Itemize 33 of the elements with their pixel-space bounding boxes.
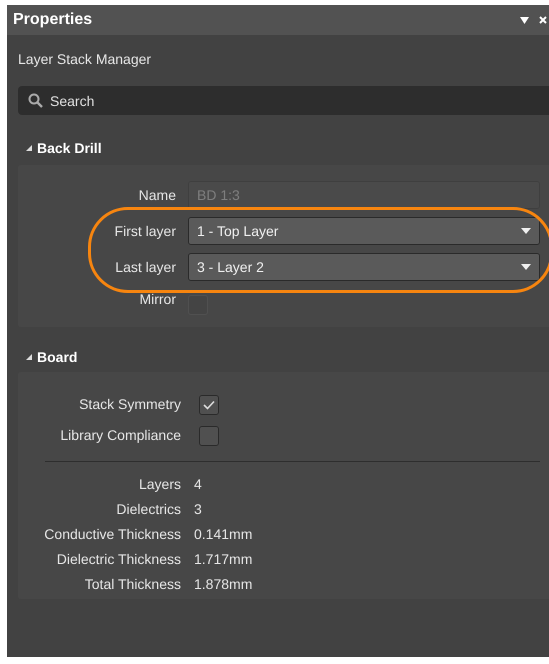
- panel-title: Properties: [13, 10, 92, 30]
- field-label: Mirror: [139, 290, 176, 309]
- collapse-triangle-icon[interactable]: [26, 145, 32, 151]
- close-icon[interactable]: [539, 16, 547, 24]
- field-label: Last layer: [115, 258, 176, 277]
- stat-value: 0.141mm: [194, 525, 252, 544]
- field-label: Total Thickness: [84, 575, 181, 594]
- checkmark-icon: [203, 400, 215, 410]
- collapse-triangle-icon[interactable]: [26, 354, 32, 360]
- stat-value: 1.717mm: [194, 550, 252, 569]
- caret-icon: [521, 228, 531, 234]
- field-label: Dielectrics: [116, 500, 181, 519]
- field-label: Layers: [138, 475, 181, 494]
- field-label: Name: [138, 186, 176, 204]
- field-label: Dielectric Thickness: [56, 550, 181, 569]
- panel-subtitle: Layer Stack Manager: [18, 50, 152, 69]
- stat-value: 3: [194, 500, 202, 519]
- caret-icon: [521, 264, 531, 270]
- section-title: Back Drill: [37, 138, 102, 158]
- field-label: First layer: [114, 222, 176, 241]
- search-icon: [28, 93, 43, 108]
- stat-value: 1.878mm: [194, 575, 252, 594]
- field-label: Library Compliance: [60, 426, 181, 445]
- field-label: Stack Symmetry: [79, 395, 181, 414]
- checkbox[interactable]: [199, 426, 219, 446]
- stat-value: 4: [194, 475, 202, 494]
- layer-dropdown[interactable]: 1 - Top Layer: [188, 217, 540, 245]
- section-title: Board: [37, 348, 78, 366]
- dropdown-triangle-icon[interactable]: [520, 16, 529, 24]
- layer-dropdown[interactable]: 3 - Layer 2: [188, 253, 540, 281]
- checkbox[interactable]: [199, 394, 219, 414]
- field-label: Conductive Thickness: [44, 525, 181, 544]
- search-field[interactable]: Search: [18, 86, 549, 115]
